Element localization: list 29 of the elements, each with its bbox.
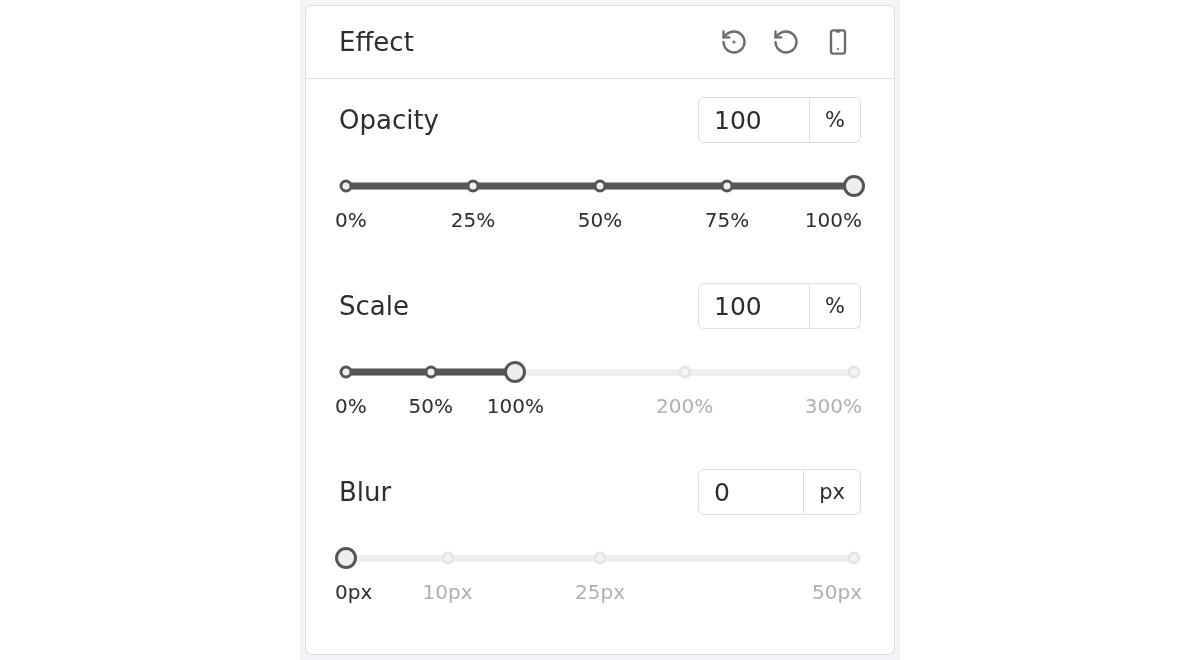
number-input[interactable]: 0 bbox=[698, 469, 805, 515]
tick-label: 25px bbox=[575, 579, 625, 605]
unit-label: % bbox=[810, 97, 861, 143]
slider-thumb[interactable] bbox=[843, 175, 865, 197]
tick-label: 50% bbox=[408, 393, 453, 419]
number-input[interactable]: 100 bbox=[698, 97, 811, 143]
tick-label: 0% bbox=[335, 207, 367, 233]
unit-label: px bbox=[804, 469, 861, 515]
number-input[interactable]: 100 bbox=[698, 283, 811, 329]
slider-thumb[interactable] bbox=[504, 361, 527, 383]
unit-label: % bbox=[810, 283, 861, 329]
tick-label: 10px bbox=[422, 579, 473, 605]
panel-title: Effect bbox=[339, 26, 414, 58]
tick-label: 50px bbox=[812, 579, 862, 605]
tick-label: 300% bbox=[804, 393, 862, 419]
tick-label: 75% bbox=[704, 207, 750, 233]
setting-label: Scale bbox=[339, 290, 409, 322]
tick-label: 25% bbox=[450, 207, 496, 233]
setting-label: Opacity bbox=[339, 104, 439, 136]
setting-label: Blur bbox=[339, 476, 392, 508]
slider-thumb[interactable] bbox=[335, 547, 357, 569]
tick-label: 100% bbox=[804, 207, 862, 233]
tick-label: 200% bbox=[656, 393, 714, 419]
history-icon[interactable] bbox=[720, 28, 748, 56]
tick-label: 50% bbox=[577, 207, 623, 233]
tick-label: 0px bbox=[335, 579, 373, 605]
reset-icon[interactable] bbox=[772, 28, 800, 56]
tick-label: 0% bbox=[335, 393, 367, 419]
tick-label: 100% bbox=[486, 393, 544, 419]
